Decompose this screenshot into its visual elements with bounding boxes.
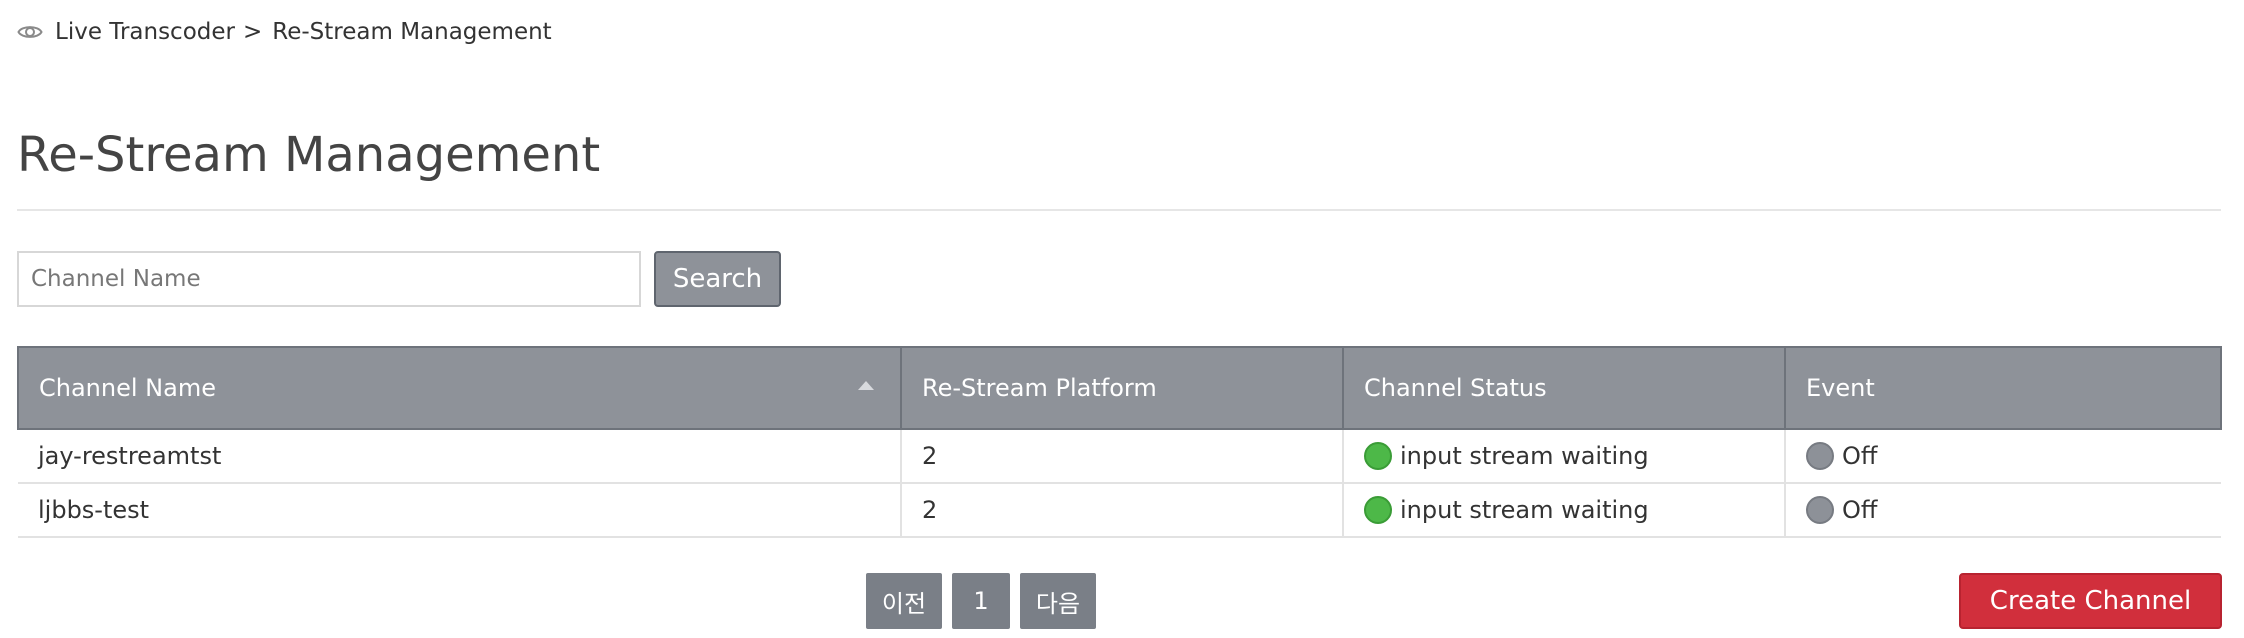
event-text: Off — [1842, 496, 1878, 524]
status-cell: input stream waiting — [1342, 429, 1785, 484]
status-green-dot-icon — [1364, 496, 1392, 524]
column-header-label: Event — [1806, 374, 1875, 402]
create-channel-button[interactable]: Create Channel — [1959, 573, 2222, 629]
table-row[interactable]: ljbbs-test 2 input stream waiting Off — [18, 483, 2221, 538]
sort-up-icon — [858, 381, 874, 390]
eye-icon — [17, 23, 43, 41]
column-header-channel-name[interactable]: Channel Name — [17, 346, 902, 430]
previous-page-button[interactable]: 이전 — [866, 573, 942, 629]
channel-name-search-input[interactable] — [17, 251, 641, 307]
column-header-restream-platform[interactable]: Re-Stream Platform — [900, 346, 1344, 430]
event-cell: Off — [1784, 429, 2221, 484]
title-divider — [17, 209, 2221, 211]
table-header-row: Channel Name Re-Stream Platform Channel … — [17, 346, 2222, 430]
channel-name-cell[interactable]: jay-restreamtst — [18, 429, 901, 484]
platform-cell: 2 — [900, 483, 1343, 538]
column-header-label: Channel Status — [1364, 374, 1547, 402]
next-page-button[interactable]: 다음 — [1020, 573, 1096, 629]
pagination: 이전 1 다음 — [866, 573, 1096, 629]
page-1-button[interactable]: 1 — [952, 573, 1010, 629]
event-text: Off — [1842, 442, 1878, 470]
table-row[interactable]: jay-restreamtst 2 input stream waiting O… — [18, 429, 2221, 484]
platform-cell: 2 — [900, 429, 1343, 484]
status-text: input stream waiting — [1400, 496, 1649, 524]
breadcrumb-separator: > — [242, 19, 263, 45]
restream-management-page: Live Transcoder > Re-Stream Management R… — [0, 0, 2244, 638]
event-gray-dot-icon — [1806, 442, 1834, 470]
breadcrumb-item-current: Re-Stream Management — [272, 19, 552, 45]
search-button[interactable]: Search — [654, 251, 781, 307]
breadcrumb-item-live-transcoder[interactable]: Live Transcoder — [55, 19, 235, 45]
column-header-label: Re-Stream Platform — [922, 374, 1157, 402]
status-text: input stream waiting — [1400, 442, 1649, 470]
breadcrumb: Live Transcoder > Re-Stream Management — [17, 14, 552, 50]
page-title: Re-Stream Management — [17, 127, 601, 183]
column-header-channel-status[interactable]: Channel Status — [1342, 346, 1786, 430]
column-header-event[interactable]: Event — [1784, 346, 2222, 430]
column-header-label: Channel Name — [39, 374, 216, 402]
channel-name-cell[interactable]: ljbbs-test — [18, 483, 901, 538]
status-green-dot-icon — [1364, 442, 1392, 470]
event-cell: Off — [1784, 483, 2221, 538]
channel-table: Channel Name Re-Stream Platform Channel … — [17, 346, 2222, 538]
event-gray-dot-icon — [1806, 496, 1834, 524]
status-cell: input stream waiting — [1342, 483, 1785, 538]
